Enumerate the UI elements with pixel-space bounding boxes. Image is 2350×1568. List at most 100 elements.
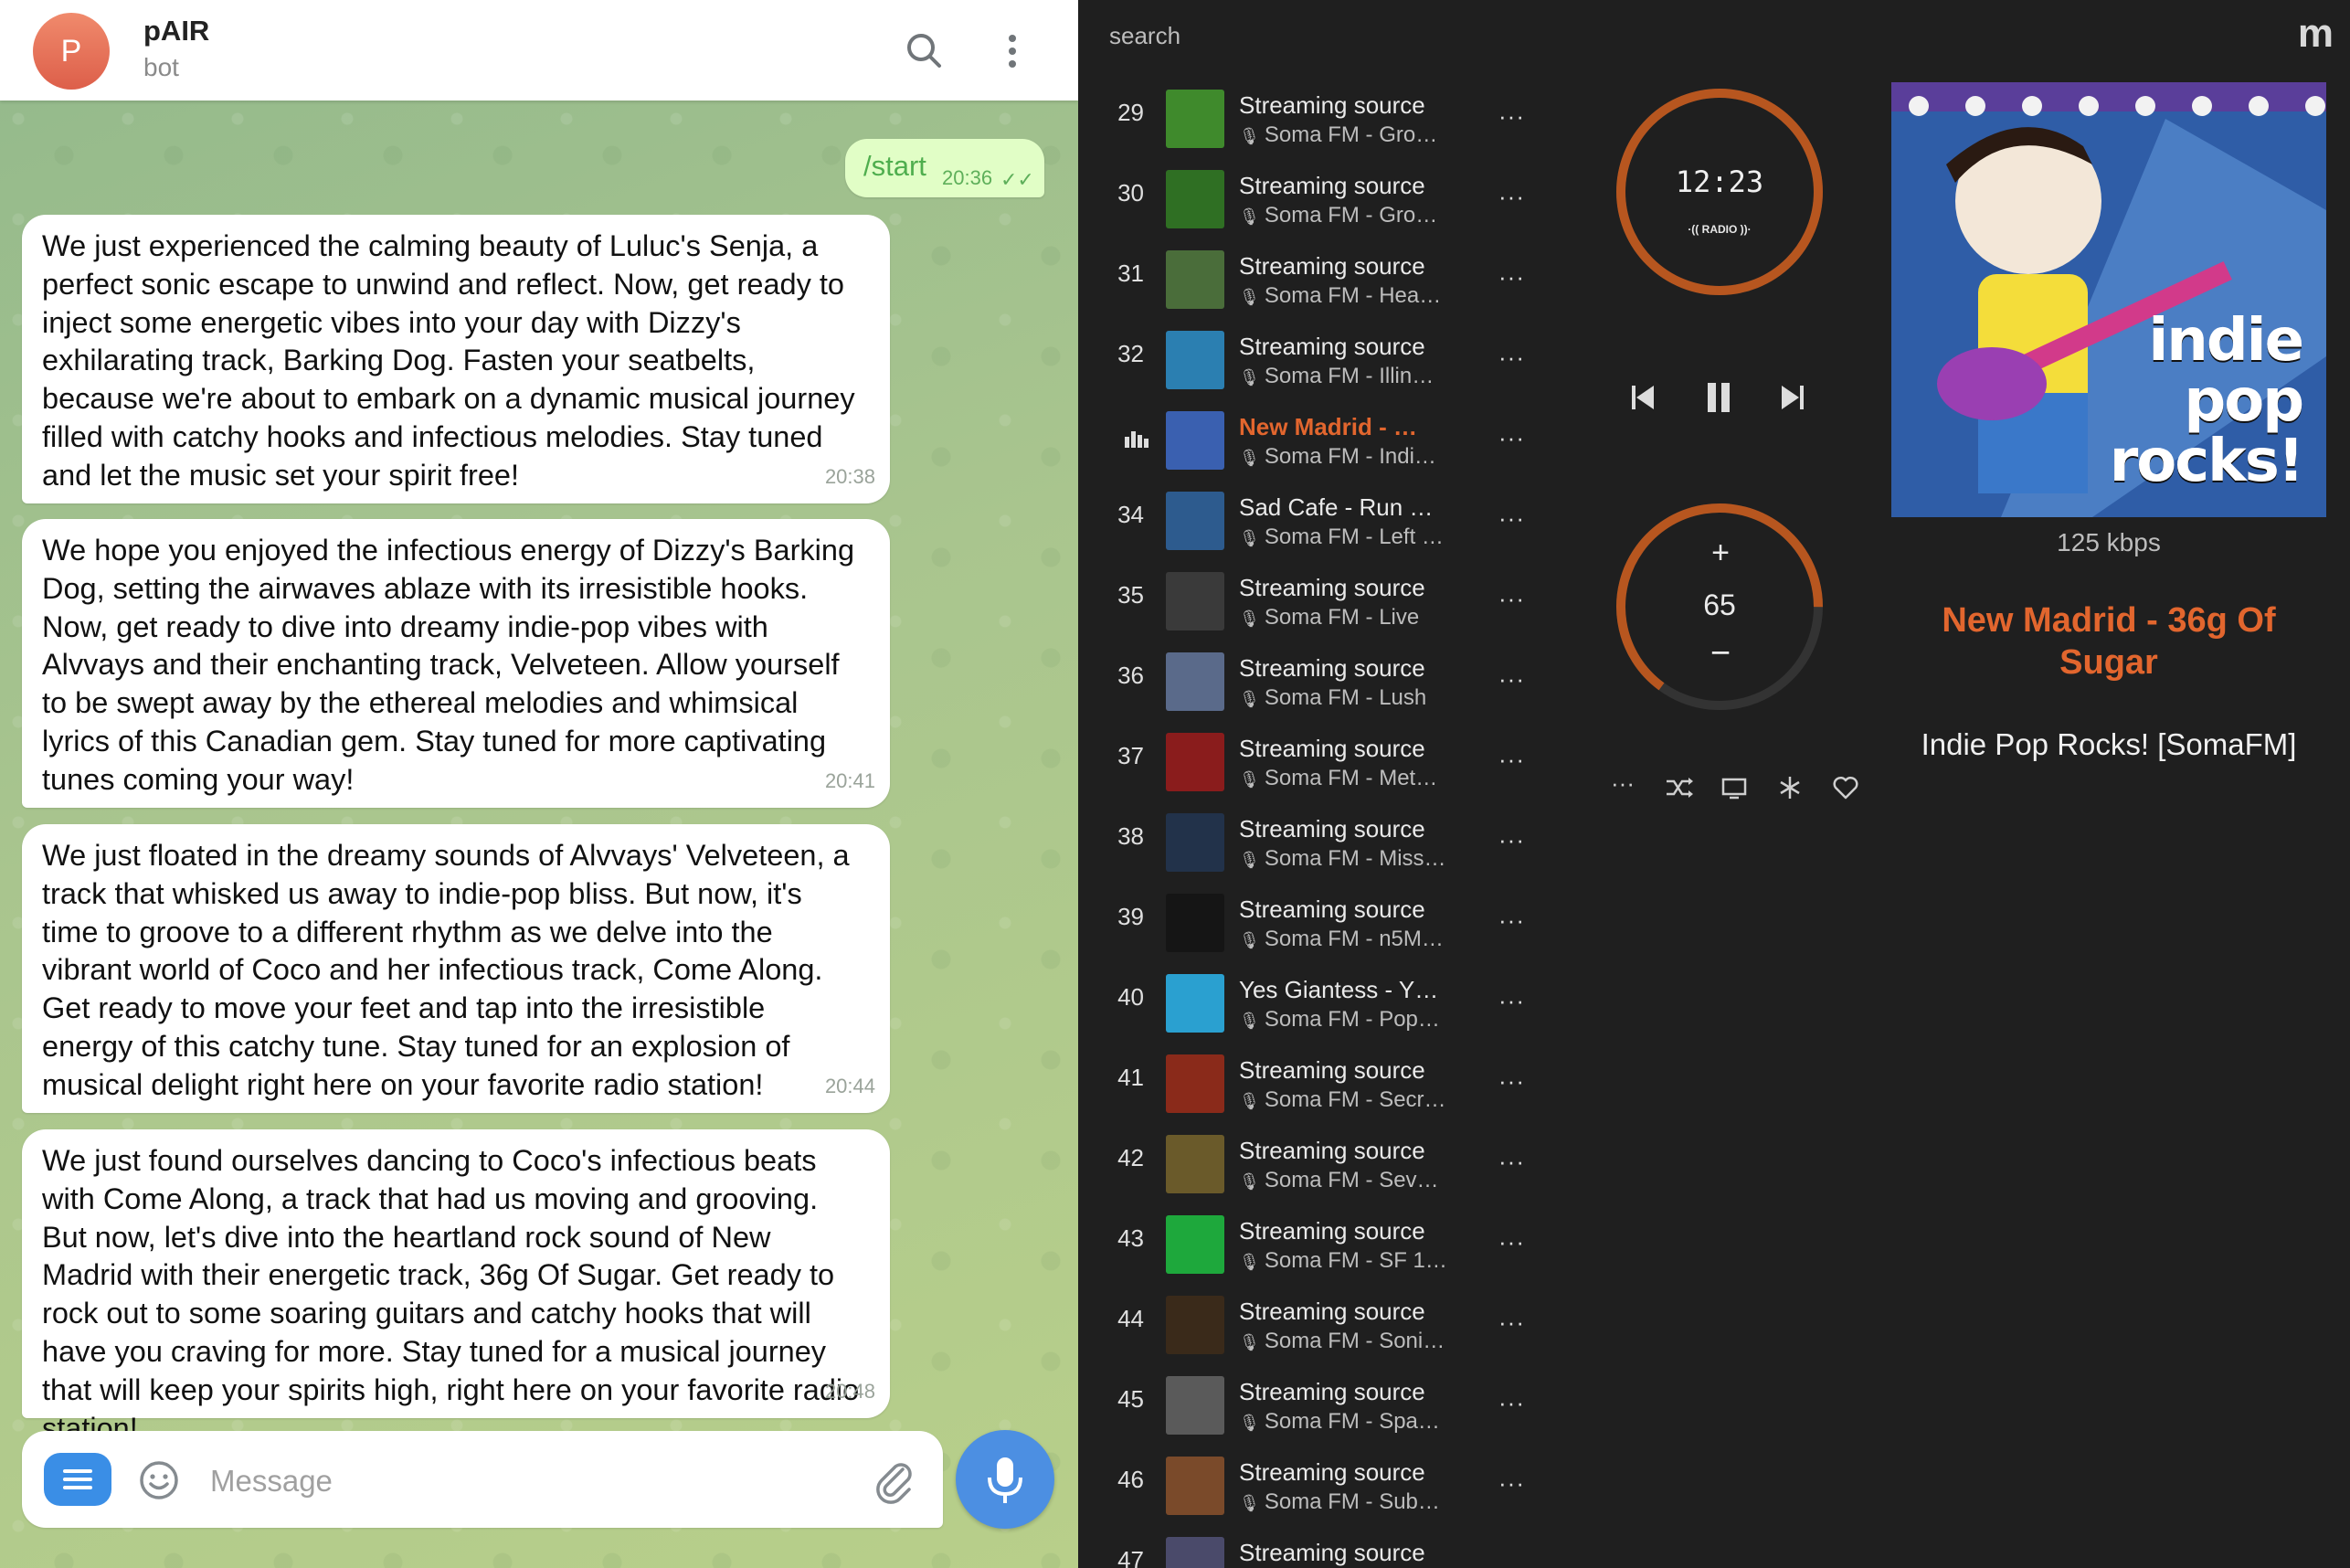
playlist-item-number: 43 [1117, 1224, 1144, 1252]
playlist-item-thumbnail [1166, 90, 1224, 148]
playlist-item-subtitle: 🎙 Soma FM - Illin… [1239, 364, 1449, 389]
podcast-mic-icon: 🎙 [1239, 1253, 1265, 1271]
attach-icon[interactable] [872, 1457, 917, 1504]
playlist-item[interactable]: New Madrid - … 🎙 Soma FM - Indi… ··· [1078, 408, 1553, 488]
playlist-item[interactable]: 34 Sad Cafe - Run … 🎙 Soma FM - Left … ··· [1078, 488, 1553, 568]
radio-mode-label: ·(( RADIO ))· [1610, 223, 1829, 236]
playlist-item-subtitle: 🎙 Soma FM - Soni… [1239, 1329, 1449, 1354]
skip-previous-icon [1632, 386, 1654, 409]
playlist-item-thumbnail [1166, 652, 1224, 711]
avatar[interactable]: P [33, 13, 110, 90]
playlist-item-number: 46 [1117, 1466, 1144, 1493]
playlist-item[interactable]: 29 Streaming source 🎙 Soma FM - Gro… ··· [1078, 86, 1553, 166]
outgoing-message[interactable]: /start 20:36 ✓✓ [845, 139, 1044, 197]
playlist-item-subtitle: 🎙 Soma FM - Indi… [1239, 444, 1449, 470]
playlist-item[interactable]: 32 Streaming source 🎙 Soma FM - Illin… ··· [1078, 327, 1553, 408]
playlist-item-more-button[interactable]: ··· [1498, 826, 1525, 854]
podcast-mic-icon: 🎙 [1239, 529, 1265, 547]
incoming-message[interactable]: We just experienced the calming beauty o… [22, 215, 890, 503]
volume-up-button[interactable]: + [1693, 535, 1748, 581]
playlist-item[interactable]: 39 Streaming source 🎙 Soma FM - n5M… ··· [1078, 890, 1553, 970]
voice-record-button[interactable] [956, 1430, 1054, 1529]
previous-button[interactable] [1617, 375, 1668, 420]
search-icon[interactable] [899, 26, 950, 77]
playlist-item-more-button[interactable]: ··· [1498, 1067, 1525, 1096]
menu-icon [63, 1469, 92, 1489]
playlist-item[interactable]: 38 Streaming source 🎙 Soma FM - Miss… ··· [1078, 810, 1553, 890]
playlist-item-subtitle-text: Soma FM - Lush [1264, 685, 1427, 710]
playlist-item-more-button[interactable]: ··· [1498, 263, 1525, 291]
more-options-button[interactable]: ··· [1603, 769, 1643, 806]
playlist-item[interactable]: 46 Streaming source 🎙 Soma FM - Sub… ··· [1078, 1453, 1553, 1533]
playlist-item-more-button[interactable]: ··· [1498, 1389, 1525, 1417]
playlist-item[interactable]: 31 Streaming source 🎙 Soma FM - Hea… ··· [1078, 247, 1553, 327]
playlist-item-more-button[interactable]: ··· [1498, 1228, 1525, 1256]
playlist-item-number: 31 [1117, 260, 1144, 287]
playlist-item[interactable]: 42 Streaming source 🎙 Soma FM - Sev… ··· [1078, 1131, 1553, 1212]
playlist-item-more-button[interactable]: ··· [1498, 1469, 1525, 1498]
playlist-item[interactable]: 30 Streaming source 🎙 Soma FM - Gro… ··· [1078, 166, 1553, 247]
playlist-item-subtitle-text: Soma FM - n5M… [1264, 927, 1444, 951]
shuffle-icon[interactable] [1657, 769, 1698, 806]
playlist-item-more-button[interactable]: ··· [1498, 504, 1525, 533]
playlist-item[interactable]: 43 Streaming source 🎙 Soma FM - SF 1… ··· [1078, 1212, 1553, 1292]
incoming-message[interactable]: We just found ourselves dancing to Coco'… [22, 1129, 890, 1445]
playlist-item-more-button[interactable]: ··· [1498, 746, 1525, 774]
playlist-item-subtitle-text: Soma FM - Illin… [1264, 364, 1434, 388]
more-vertical-icon[interactable] [987, 26, 1038, 77]
playlist-item-subtitle: 🎙 Soma FM - Sub… [1239, 1489, 1449, 1515]
playlist-item[interactable]: 41 Streaming source 🎙 Soma FM - Secr… ··· [1078, 1051, 1553, 1131]
playlist-item-title: Streaming source [1239, 654, 1425, 682]
incoming-message[interactable]: We just floated in the dreamy sounds of … [22, 824, 890, 1113]
playlist-item-more-button[interactable]: ··· [1498, 906, 1525, 935]
playlist-item[interactable]: 35 Streaming source 🎙 Soma FM - Live ··· [1078, 568, 1553, 649]
playlist-item-more-button[interactable]: ··· [1498, 102, 1525, 131]
playlist-item-number: 29 [1117, 99, 1144, 126]
volume-down-button[interactable]: − [1693, 634, 1748, 680]
playlist-item-more-button[interactable]: ··· [1498, 344, 1525, 372]
message-text: We hope you enjoyed the infectious energ… [42, 534, 855, 796]
playlist-item-more-button[interactable]: ··· [1498, 1308, 1525, 1337]
playlist-item-more-button[interactable]: ··· [1498, 585, 1525, 613]
playlist-item-more-button[interactable]: ··· [1498, 987, 1525, 1015]
podcast-mic-icon: 🎙 [1239, 288, 1265, 306]
search-input[interactable] [1107, 16, 1568, 55]
playlist-item-subtitle: 🎙 Soma FM - Secr… [1239, 1087, 1449, 1113]
playlist-item[interactable]: 44 Streaming source 🎙 Soma FM - Soni… ··· [1078, 1292, 1553, 1372]
chat-header: P pAIR bot [0, 0, 1078, 101]
playlist-item[interactable]: 37 Streaming source 🎙 Soma FM - Met… ··· [1078, 729, 1553, 810]
bluetooth-icon[interactable] [1770, 769, 1810, 806]
playlist-item-subtitle-text: Soma FM - Gro… [1264, 203, 1438, 228]
message-composer [22, 1431, 943, 1528]
pause-button[interactable] [1693, 375, 1744, 420]
playlist-item-title: New Madrid - … [1239, 413, 1418, 440]
playlist-item-number: 32 [1117, 340, 1144, 367]
heart-icon[interactable] [1826, 769, 1866, 806]
playlist-item[interactable]: 40 Yes Giantess - Y… 🎙 Soma FM - Pop… ··· [1078, 970, 1553, 1051]
playlist-item-number: 45 [1117, 1385, 1144, 1413]
playlist-item-more-button[interactable]: ··· [1498, 424, 1525, 452]
message-text: We just found ourselves dancing to Coco'… [42, 1144, 860, 1445]
playlist-item-thumbnail [1166, 894, 1224, 952]
app-logo[interactable]: m [2298, 11, 2334, 57]
playlist-item-number: 41 [1117, 1064, 1144, 1091]
incoming-message[interactable]: We hope you enjoyed the infectious energ… [22, 519, 890, 808]
chat-title[interactable]: pAIR [143, 15, 209, 48]
playlist-item-thumbnail [1166, 733, 1224, 791]
screen-icon[interactable] [1714, 769, 1754, 806]
playlist-item[interactable]: 45 Streaming source 🎙 Soma FM - Spa… ··· [1078, 1372, 1553, 1453]
playlist-item-title: Streaming source [1239, 1137, 1425, 1164]
emoji-icon[interactable] [137, 1458, 181, 1502]
playlist-item[interactable]: 36 Streaming source 🎙 Soma FM - Lush ··· [1078, 649, 1553, 729]
playlist-item-title: Streaming source [1239, 1217, 1425, 1245]
podcast-mic-icon: 🎙 [1239, 1414, 1265, 1432]
bot-menu-button[interactable] [44, 1453, 111, 1506]
playlist-item-number: 37 [1117, 742, 1144, 769]
next-button[interactable] [1767, 375, 1818, 420]
playlist-item-more-button[interactable]: ··· [1498, 1148, 1525, 1176]
playlist-item-more-button[interactable]: ··· [1498, 183, 1525, 211]
playlist-item-thumbnail [1166, 1296, 1224, 1354]
playlist-item[interactable]: 47 Streaming source [1078, 1533, 1553, 1568]
playlist-item-more-button[interactable]: ··· [1498, 665, 1525, 694]
message-input[interactable] [208, 1455, 852, 1508]
